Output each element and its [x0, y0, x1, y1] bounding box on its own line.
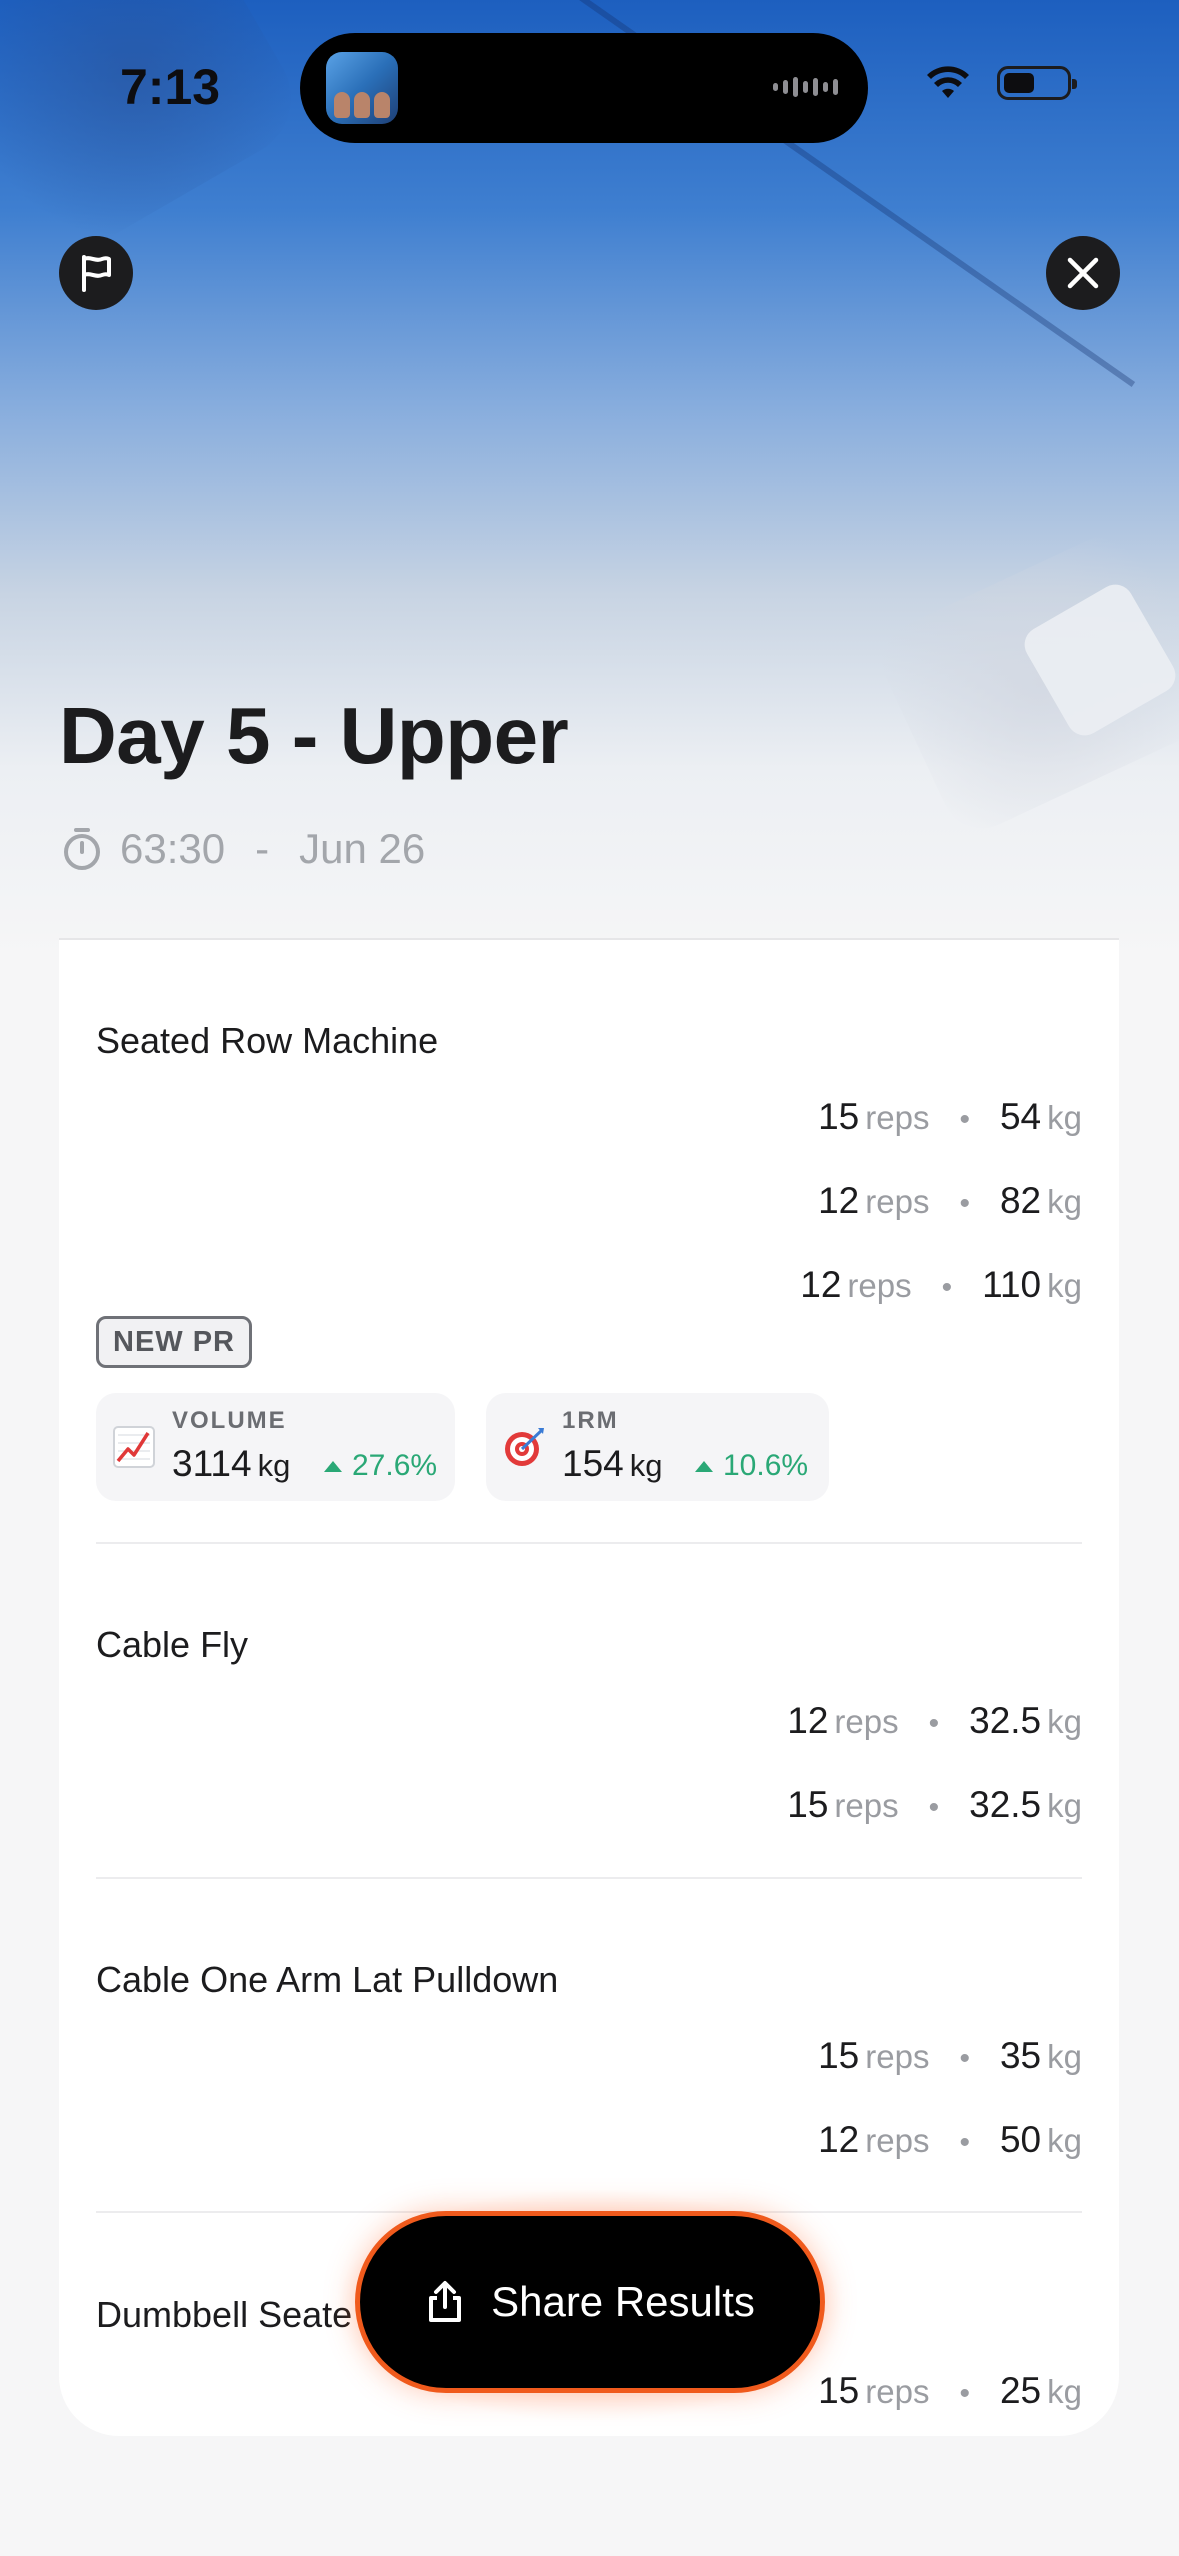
- battery-icon: [997, 66, 1077, 100]
- up-triangle-icon: [695, 1460, 713, 1472]
- meta-separator: -: [255, 825, 270, 872]
- set-row: 12 reps • 82 kg: [818, 1180, 1082, 1221]
- stopwatch-icon: [64, 828, 100, 870]
- podcast-artwork: [326, 52, 398, 124]
- stat-label: VOLUME: [172, 1407, 287, 1434]
- close-icon: [1067, 257, 1099, 289]
- set-row: 12 reps • 110 kg: [800, 1264, 1082, 1305]
- flag-icon: [82, 255, 111, 292]
- set-row: 15 reps • 35 kg: [818, 2035, 1082, 2076]
- exercise-name: Seated Row Machine: [96, 1020, 439, 1061]
- exercise-name: Cable One Arm Lat Pulldown: [96, 1959, 559, 2000]
- one-rep-max-stat-card: 1RM 154 kg 10.6%: [486, 1393, 829, 1501]
- exercise-name: Cable Fly: [96, 1624, 249, 1665]
- stat-change: 27.6%: [324, 1449, 437, 1483]
- stat-label: 1RM: [562, 1407, 619, 1434]
- set-row: 15 reps • 25 kg: [818, 2370, 1082, 2411]
- share-results-button[interactable]: Share Results: [355, 2211, 825, 2393]
- share-results-label: Share Results: [491, 2278, 755, 2325]
- dynamic-island[interactable]: [300, 33, 868, 143]
- stat-change: 10.6%: [695, 1449, 808, 1483]
- hero-background: [0, 0, 1179, 960]
- divider: [96, 1877, 1082, 1879]
- volume-stat-card: VOLUME 3114 kg 27.6%: [96, 1393, 455, 1501]
- flag-button[interactable]: [59, 236, 133, 310]
- stat-value: 154 kg: [562, 1443, 663, 1484]
- status-time: 7:13: [120, 59, 221, 115]
- chart-increasing-icon: [113, 1426, 155, 1468]
- status-bar: 7:13: [0, 0, 1179, 143]
- set-row: 12 reps • 50 kg: [818, 2119, 1082, 2160]
- wifi-icon: [927, 66, 969, 98]
- up-triangle-icon: [324, 1460, 342, 1472]
- workout-duration: 63:30: [120, 825, 226, 872]
- workout-meta: 63:30 - Jun 26: [62, 825, 425, 873]
- workout-date: Jun 26: [299, 825, 426, 872]
- audio-waveform-icon: [773, 77, 838, 97]
- set-row: 12 reps • 32.5 kg: [787, 1700, 1082, 1741]
- set-row: 15 reps • 32.5 kg: [787, 1784, 1082, 1825]
- stat-value: 3114 kg: [172, 1443, 291, 1484]
- target-icon: [505, 1428, 544, 1466]
- close-button[interactable]: [1046, 236, 1120, 310]
- exercise-name: Dumbbell Seate: [96, 2294, 353, 2335]
- share-icon: [429, 2281, 462, 2322]
- workout-title: Day 5 - Upper: [59, 691, 569, 780]
- new-pr-badge: NEW PR: [96, 1316, 252, 1368]
- divider: [96, 1542, 1082, 1544]
- set-row: 15 reps • 54 kg: [818, 1096, 1082, 1137]
